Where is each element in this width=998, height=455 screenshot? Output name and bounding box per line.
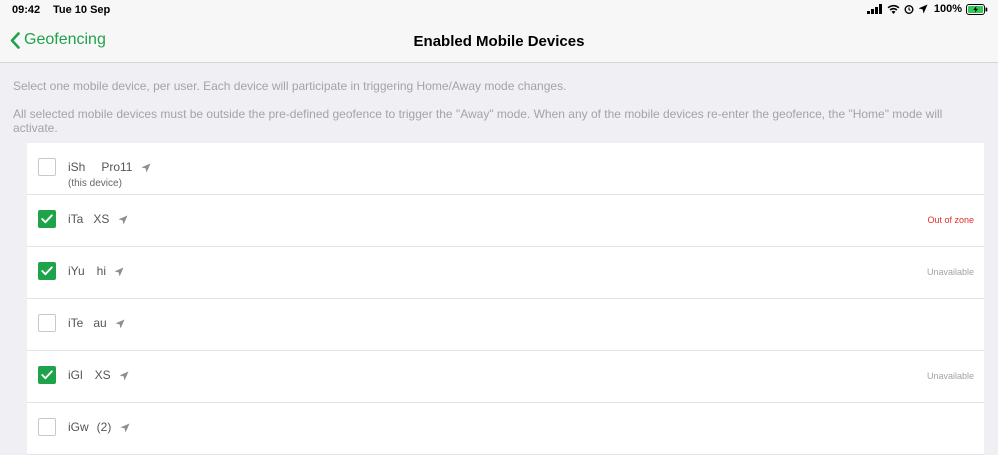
wifi-icon xyxy=(887,4,900,14)
device-subtitle: (this device) xyxy=(68,178,122,189)
info-text-selection: Select one mobile device, per user. Each… xyxy=(13,79,567,93)
device-row[interactable]: iSh Pro11 (this device) xyxy=(27,143,984,195)
checkmark-icon xyxy=(41,370,53,380)
page-title: Enabled Mobile Devices xyxy=(413,33,585,50)
device-name-text: iGl XS xyxy=(68,368,111,382)
device-row[interactable]: iTa XS Out of zone xyxy=(27,195,984,247)
device-name: iTa XS xyxy=(68,212,128,226)
location-arrow-icon xyxy=(118,215,128,225)
status-indicators: 100% xyxy=(866,3,988,15)
location-arrow-icon xyxy=(114,267,124,277)
cellular-signal-icon xyxy=(866,4,882,14)
device-name-text: iSh Pro11 xyxy=(68,160,133,174)
alarm-icon xyxy=(904,5,914,14)
location-arrow-icon xyxy=(141,163,151,173)
device-list: iSh Pro11 (this device) iTa XS Out of zo… xyxy=(27,143,984,455)
device-checkbox[interactable] xyxy=(38,314,56,332)
device-checkbox[interactable] xyxy=(38,262,56,280)
status-bar: 09:42 Tue 10 Sep 100% xyxy=(0,0,998,22)
device-row[interactable]: iGl XS Unavailable xyxy=(27,351,984,403)
device-name-text: iGw (2) xyxy=(68,420,112,434)
device-name: iYu hi xyxy=(68,264,124,278)
location-services-icon xyxy=(918,4,928,14)
device-checkbox[interactable] xyxy=(38,418,56,436)
device-status: Unavailable xyxy=(926,267,974,277)
device-checkbox[interactable] xyxy=(38,366,56,384)
device-status: Out of zone xyxy=(927,215,974,225)
status-time: 09:42 xyxy=(12,4,41,16)
device-name-text: iYu hi xyxy=(68,264,107,278)
device-row[interactable]: iYu hi Unavailable xyxy=(27,247,984,299)
device-row[interactable]: iTe au xyxy=(27,299,984,351)
checkmark-icon xyxy=(41,214,53,224)
device-name: iSh Pro11 xyxy=(68,160,151,174)
navigation-bar: Geofencing Enabled Mobile Devices xyxy=(0,22,998,63)
location-arrow-icon xyxy=(115,319,125,329)
device-status: Unavailable xyxy=(926,371,974,381)
checkmark-icon xyxy=(41,266,53,276)
device-name: iTe au xyxy=(68,316,125,330)
location-arrow-icon xyxy=(119,371,129,381)
device-name-text: iTe au xyxy=(68,316,107,330)
battery-percentage: 100% xyxy=(933,3,962,15)
device-row[interactable]: iGw (2) xyxy=(27,403,984,455)
device-name: iGw (2) xyxy=(68,420,130,434)
info-text-geofence: All selected mobile devices must be outs… xyxy=(13,107,943,135)
device-checkbox[interactable] xyxy=(38,210,56,228)
device-name: iGl XS xyxy=(68,368,129,382)
location-arrow-icon xyxy=(120,423,130,433)
status-date: Tue 10 Sep xyxy=(53,4,111,16)
device-name-text: iTa XS xyxy=(68,212,110,226)
battery-charging-icon xyxy=(966,3,988,15)
device-checkbox[interactable] xyxy=(38,158,56,176)
